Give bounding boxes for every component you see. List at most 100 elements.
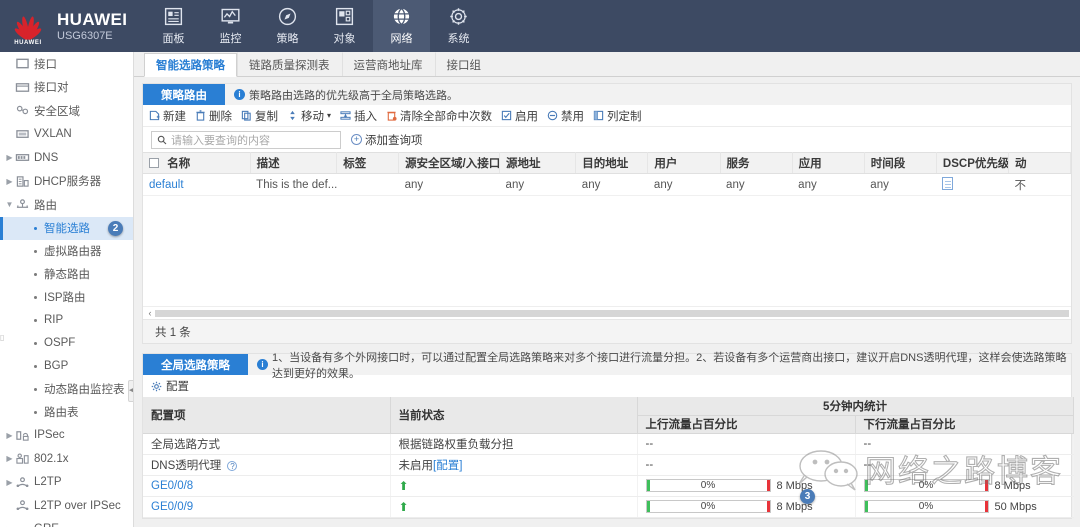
chevron-right-icon[interactable]: ▶ [4,454,15,463]
col-action[interactable]: 动 [1008,152,1071,174]
configure-link[interactable]: [配置] [433,460,462,472]
sidebar-label: BGP [44,360,69,372]
col-source-zone[interactable]: 源安全区域/入接口 [398,152,501,174]
tab-intelligent-routing-policy[interactable]: 智能选路策略 [144,53,237,77]
chevron-right-icon[interactable]: ▶ [4,478,15,487]
table-row[interactable]: GE0/0/8 ⬆ 0% 8 Mbps 0% 8 Mbps [143,475,1074,497]
tab-isp-address-library[interactable]: 运营商地址库 [341,52,435,76]
nav-label: 网络 [390,33,413,45]
sidebar-item-route-table[interactable]: 路由表 [0,401,133,424]
sidebar-item-interface[interactable]: 接口 [0,52,133,76]
sidebar-item-route[interactable]: ▼ 路由 [0,193,133,217]
clear-all-hits-button[interactable]: 清除全部命中次数 [386,108,492,124]
sidebar-item-gre[interactable]: ▶ GRE [0,518,133,527]
cell-config-item: GE0/0/8 [143,475,391,497]
chevron-right-icon[interactable]: ▶ [4,431,15,440]
col-source-address[interactable]: 源地址 [499,152,577,174]
interface-link[interactable]: GE0/0/9 [151,501,193,513]
sidebar-item-l2tp[interactable]: ▶ L2TP [0,471,133,495]
downstream-progress-bar: 0% [863,500,989,513]
interface-link[interactable]: GE0/0/8 [151,480,193,492]
cell-downstream: -- [855,454,1074,476]
l2tp-ipsec-icon [16,500,29,511]
col-time-range[interactable]: 时间段 [864,152,937,174]
col-service[interactable]: 服务 [720,152,793,174]
sidebar-label: L2TP over IPSec [34,499,121,512]
chevron-down-icon[interactable]: ▼ [4,200,15,209]
col-dscp-priority[interactable]: DSCP优先级 [936,152,1010,174]
tab-bar: 智能选路策略 链路质量探测表 运营商地址库 接口组 [134,52,1080,77]
table-row[interactable]: GE0/0/9 ⬆ 0% 8 Mbps 0% 50 Mbps [143,496,1074,518]
nav-item-system[interactable]: 系统 [430,0,487,52]
policy-route-note: i 策略路由选路的优先级高于全局策略选路。 [225,84,1071,105]
policy-route-title[interactable]: 策略路由 [143,84,225,105]
document-icon[interactable] [942,176,954,190]
sidebar-item-dhcp-server[interactable]: ▶ DHCP服务器 [0,170,133,194]
sidebar-item-l2tp-over-ipsec[interactable]: L2TP over IPSec [0,494,133,518]
nav-label: 系统 [447,33,470,45]
horizontal-scrollbar[interactable]: ‹ [143,306,1071,319]
cell-config-item: 全局选路方式 [143,433,391,455]
delete-button[interactable]: 删除 [195,108,232,124]
copy-button[interactable]: 复制 [241,108,278,124]
toolbar-label: 启用 [515,110,539,123]
help-icon[interactable]: ? [227,460,238,471]
tab-interface-group[interactable]: 接口组 [434,52,494,76]
col-user[interactable]: 用户 [647,152,721,174]
toolbar-label: 清除全部命中次数 [400,110,493,123]
chevron-right-icon[interactable]: ▶ [4,177,15,186]
sidebar-item-ipsec[interactable]: ▶ IPSec [0,424,133,448]
global-policy-title[interactable]: 全局选路策略 [143,354,248,375]
sidebar-label: 动态路由监控表 [44,384,125,396]
brand-title: HUAWEI [57,9,128,29]
nav-item-dashboard[interactable]: 面板 [145,0,202,52]
select-all-checkbox[interactable] [149,158,159,168]
sidebar-label: DHCP服务器 [34,176,102,189]
sidebar-item-ospf[interactable]: OSPF [0,332,133,355]
insert-button[interactable]: 插入 [340,108,377,124]
add-query-button[interactable]: + 添加查询项 [351,132,423,148]
sidebar-item-virtual-router[interactable]: 虚拟路由器 [0,240,133,263]
disable-button[interactable]: 禁用 [547,108,584,124]
table-row[interactable]: 全局选路方式 根据链路权重负载分担 -- -- [143,433,1074,455]
chevron-right-icon[interactable]: ▶ [4,153,15,162]
nav-item-policy[interactable]: 策略 [259,0,316,52]
col-tag[interactable]: 标签 [336,152,400,174]
scroll-left-icon[interactable]: ‹ [145,308,155,318]
add-query-label: 添加查询项 [365,134,423,147]
sidebar-item-isp-route[interactable]: ISP路由 [0,286,133,309]
bullet-icon [34,318,37,322]
object-icon [335,7,354,26]
scroll-track[interactable] [155,309,1069,317]
nav-item-object[interactable]: 对象 [316,0,373,52]
new-button[interactable]: 新建 [149,108,186,124]
vxlan-icon [16,129,29,138]
column-customize-button[interactable]: 列定制 [593,108,642,124]
col-destination-address[interactable]: 目的地址 [575,152,649,174]
enable-button[interactable]: 启用 [501,108,538,124]
sidebar-item-dns[interactable]: ▶ DNS [0,146,133,170]
col-name[interactable]: 名称 [143,152,251,174]
table-row[interactable]: default This is the def... any any any a… [143,173,1071,196]
sidebar-item-8021x[interactable]: ▶ 802.1x [0,447,133,471]
nav-label: 监控 [219,33,242,45]
sidebar-item-security-zone[interactable]: 安全区域 [0,99,133,123]
search-input[interactable]: 请输入要查询的内容 [151,130,341,149]
cell-config-item: DNS透明代理 ? [143,454,391,476]
cell-current-status: ⬆ [390,496,638,518]
nav-item-network[interactable]: 网络 [373,0,430,52]
sidebar-item-intelligent-routing[interactable]: 智能选路 2 [0,216,133,240]
sidebar-item-bgp[interactable]: BGP [0,355,133,378]
sidebar-item-interface-pair[interactable]: 接口对 [0,76,133,100]
col-application[interactable]: 应用 [792,152,865,174]
nav-item-monitor[interactable]: 监控 [202,0,259,52]
table-row[interactable]: DNS透明代理 ? 未启用[配置] -- -- [143,454,1074,476]
sidebar-item-vxlan[interactable]: VXLAN [0,123,133,147]
sidebar-item-static-route[interactable]: 静态路由 [0,263,133,286]
tab-link-quality-probe[interactable]: 链路质量探测表 [237,52,342,76]
cell-service: any [720,173,793,196]
sidebar-item-rip[interactable]: RIP [0,309,133,332]
sidebar-item-dynamic-route-monitor[interactable]: 动态路由监控表 [0,378,133,401]
move-button[interactable]: 移动 ▾ [287,108,331,124]
col-description[interactable]: 描述 [250,152,338,174]
